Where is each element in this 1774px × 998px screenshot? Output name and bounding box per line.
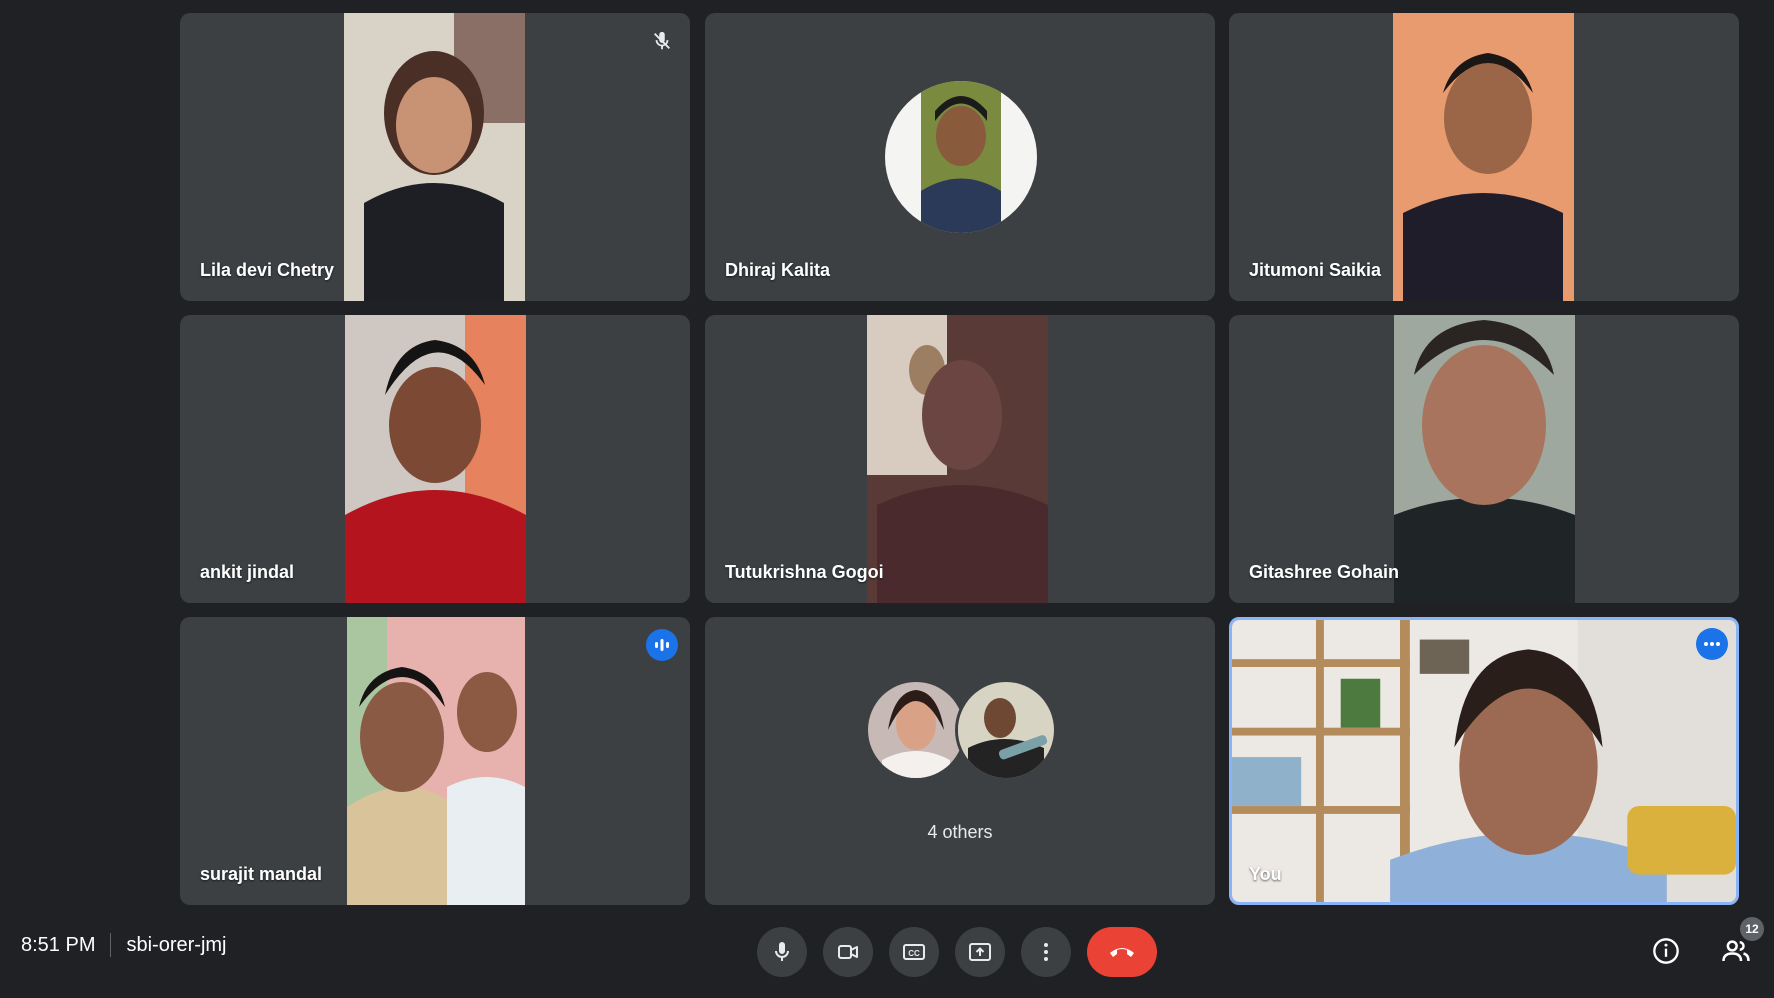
participant-video (867, 315, 1048, 603)
participant-name: Dhiraj Kalita (725, 260, 831, 280)
people-icon (1722, 940, 1750, 962)
participant-tile-gitashree[interactable]: Gitashree Gohain (1229, 315, 1739, 603)
more-horizontal-icon (1704, 642, 1720, 646)
participant-tile-ankit[interactable]: ankit jindal (180, 315, 690, 603)
speaking-indicator (646, 629, 678, 661)
participant-video (344, 13, 525, 301)
others-count-label: 4 others (927, 822, 993, 842)
meeting-code[interactable]: sbi-orer-jmj (126, 934, 226, 957)
present-screen-button[interactable] (955, 927, 1005, 977)
avatar (955, 679, 1057, 781)
participant-tile-jitumoni[interactable]: Jitumoni Saikia (1229, 13, 1739, 301)
participant-tile-tutukrishna[interactable]: Tutukrishna Gogoi (705, 315, 1215, 603)
participant-name: surajit mandal (200, 864, 323, 884)
call-controls: CC (757, 927, 1157, 977)
end-call-icon (1110, 948, 1134, 957)
self-video (1232, 620, 1736, 902)
divider (110, 933, 112, 957)
more-options-button[interactable] (1021, 927, 1071, 977)
microphone-icon (775, 942, 789, 961)
participant-video (345, 315, 526, 603)
participant-name: ankit jindal (200, 562, 295, 582)
participant-name: Tutukrishna Gogoi (725, 562, 884, 582)
mic-off-icon (654, 31, 670, 50)
meeting-details-button[interactable] (1646, 931, 1686, 971)
svg-text:CC: CC (908, 949, 920, 958)
camera-button[interactable] (823, 927, 873, 977)
participant-video (347, 617, 525, 905)
camera-icon (838, 945, 858, 959)
more-options-icon (1044, 943, 1048, 961)
participant-name: You (1249, 864, 1282, 884)
audio-level-icon (655, 639, 669, 651)
participant-grid: Lila devi Chetry Dhiraj Kalita Jitumoni … (180, 13, 1739, 905)
present-screen-icon (969, 943, 991, 961)
participant-count-badge: 12 (1740, 917, 1764, 941)
captions-button[interactable]: CC (889, 927, 939, 977)
avatar (865, 679, 967, 781)
meeting-details: 8:51 PM sbi-orer-jmj (21, 933, 226, 957)
end-call-button[interactable] (1087, 927, 1157, 977)
participant-tile-dhiraj[interactable]: Dhiraj Kalita (705, 13, 1215, 301)
meeting-tools: 12 (1646, 917, 1764, 971)
meeting-time: 8:51 PM (21, 933, 96, 956)
captions-icon: CC (903, 944, 925, 960)
bottom-toolbar: 8:51 PM sbi-orer-jmj CC 12 (0, 903, 1774, 998)
microphone-button[interactable] (757, 927, 807, 977)
participant-name: Jitumoni Saikia (1249, 260, 1382, 280)
muted-indicator (646, 25, 678, 57)
participant-video (1394, 315, 1575, 603)
avatar (885, 81, 1037, 233)
people-button[interactable]: 12 (1716, 917, 1764, 971)
self-view-tile[interactable]: You (1229, 617, 1739, 905)
participant-video (1393, 13, 1574, 301)
info-icon (1653, 938, 1679, 964)
participant-tile-others[interactable]: 4 others (705, 617, 1215, 905)
participant-tile-lila[interactable]: Lila devi Chetry (180, 13, 690, 301)
self-options-button[interactable] (1696, 628, 1728, 660)
participant-name: Lila devi Chetry (200, 260, 335, 280)
participant-tile-surajit[interactable]: surajit mandal (180, 617, 690, 905)
participant-name: Gitashree Gohain (1249, 562, 1400, 582)
